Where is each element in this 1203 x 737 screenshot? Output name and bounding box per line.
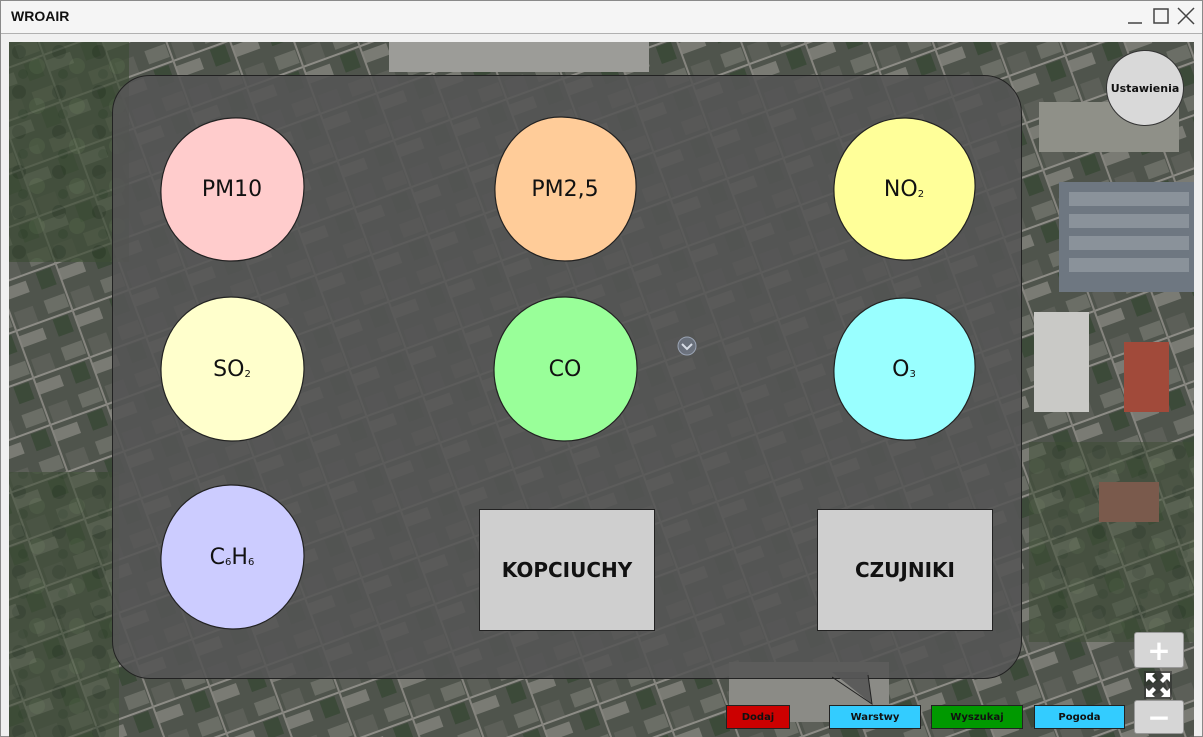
settings-button[interactable]: Ustawienia (1106, 50, 1184, 126)
kopciuchy-button[interactable]: KOPCIUCHY (479, 509, 655, 631)
no2-label: NO2 (883, 176, 925, 202)
pogoda-button[interactable]: Pogoda (1034, 705, 1125, 729)
o3-label: O3 (892, 356, 916, 382)
co-label: CO (548, 356, 582, 382)
map-center-icon[interactable] (677, 336, 697, 356)
so2-label: SO2 (213, 356, 251, 382)
warstwy-button[interactable]: Warstwy (829, 705, 921, 729)
pm10-button[interactable]: PM10 (159, 116, 305, 262)
pm25-label: PM2,5 (531, 176, 599, 202)
window-title: WROAIR (11, 8, 70, 24)
czujniki-button[interactable]: CZUJNIKI (817, 509, 993, 631)
fullscreen-icon[interactable] (1144, 671, 1172, 699)
dodaj-button[interactable]: Dodaj (726, 705, 790, 729)
title-bar: WROAIR (1, 1, 1202, 34)
maximize-icon[interactable] (1151, 5, 1173, 27)
minimize-icon[interactable] (1125, 5, 1147, 27)
pm25-button[interactable]: PM2,5 (492, 116, 638, 262)
pm10-label: PM10 (201, 176, 263, 202)
wyszukaj-button[interactable]: Wyszukaj (931, 705, 1023, 729)
c6h6-label: C6H6 (209, 544, 255, 570)
c6h6-button[interactable]: C6H6 (159, 484, 305, 630)
close-icon[interactable] (1175, 5, 1197, 27)
o3-button[interactable]: O3 (831, 296, 977, 442)
zoom-in-button[interactable]: + (1134, 632, 1184, 668)
zoom-out-button[interactable]: − (1134, 700, 1184, 734)
so2-button[interactable]: SO2 (159, 296, 305, 442)
speech-bubble-tail (832, 672, 873, 706)
no2-button[interactable]: NO2 (831, 116, 977, 262)
co-button[interactable]: CO (492, 296, 638, 442)
